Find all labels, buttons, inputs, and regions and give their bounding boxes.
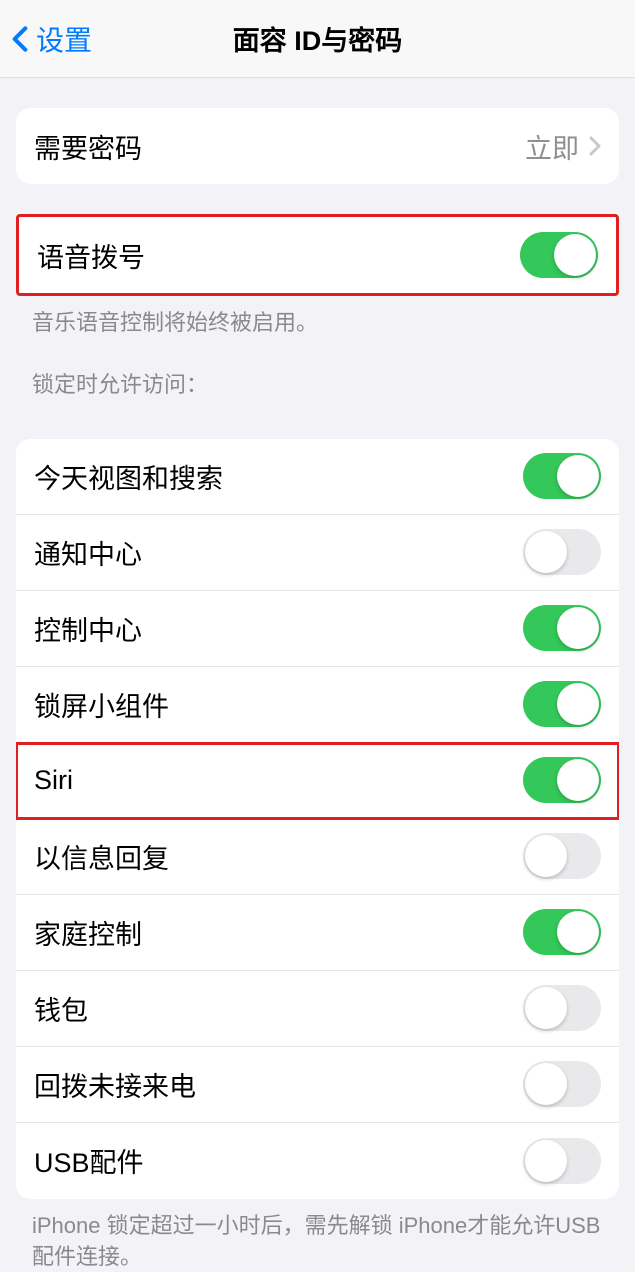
locked-access-row: 今天视图和搜索 — [16, 439, 619, 515]
require-passcode-row[interactable]: 需要密码 立即 — [16, 108, 619, 184]
locked-access-label: Siri — [34, 765, 73, 796]
locked-access-label: USB配件 — [34, 1141, 144, 1180]
locked-access-row: 锁屏小组件 — [16, 667, 619, 743]
locked-access-label: 回拨未接来电 — [34, 1065, 196, 1104]
locked-access-group: 今天视图和搜索通知中心控制中心锁屏小组件 Siri 以信息回复家庭控制钱包回拨未接来… — [16, 439, 619, 1199]
locked-access-toggle[interactable] — [523, 757, 601, 803]
voice-dial-label: 语音拨号 — [37, 236, 145, 275]
locked-access-toggle[interactable] — [523, 605, 601, 651]
passcode-group: 需要密码 立即 — [16, 108, 619, 184]
locked-access-row: Siri — [16, 743, 619, 819]
locked-access-label: 以信息回复 — [34, 837, 169, 876]
locked-access-toggle[interactable] — [523, 1138, 601, 1184]
locked-access-toggle[interactable] — [523, 909, 601, 955]
locked-access-label: 通知中心 — [34, 533, 142, 572]
locked-access-row: 控制中心 — [16, 591, 619, 667]
locked-access-footer: iPhone 锁定超过一小时后，需先解锁 iPhone才能允许USB 配件连接。 — [0, 1199, 635, 1272]
require-passcode-label: 需要密码 — [34, 127, 142, 166]
nav-bar: 设置 面容 ID与密码 — [0, 0, 635, 78]
locked-access-toggle[interactable] — [523, 681, 601, 727]
back-label: 设置 — [36, 19, 92, 59]
toggle-knob — [525, 835, 567, 877]
locked-access-row: 以信息回复 — [16, 819, 619, 895]
locked-access-toggle[interactable] — [523, 529, 601, 575]
toggle-knob — [525, 531, 567, 573]
toggle-knob — [557, 759, 599, 801]
locked-access-row: 家庭控制 — [16, 895, 619, 971]
locked-access-header: 锁定时允许访问： — [0, 339, 635, 409]
toggle-knob — [557, 683, 599, 725]
back-button[interactable]: 设置 — [0, 19, 92, 59]
settings-content: 需要密码 立即 语音拨号 音乐语音控制将始终被启用。 锁定时允许访问： 今天视图… — [0, 108, 635, 1272]
toggle-knob — [525, 1140, 567, 1182]
locked-access-row: 钱包 — [16, 971, 619, 1047]
page-title: 面容 ID与密码 — [233, 19, 403, 58]
locked-access-label: 锁屏小组件 — [34, 685, 169, 724]
toggle-knob — [554, 234, 596, 276]
chevron-right-icon — [589, 136, 601, 156]
locked-access-toggle[interactable] — [523, 985, 601, 1031]
locked-access-toggle[interactable] — [523, 833, 601, 879]
toggle-knob — [557, 607, 599, 649]
chevron-left-icon — [12, 25, 28, 53]
toggle-knob — [557, 911, 599, 953]
locked-access-toggle[interactable] — [523, 1061, 601, 1107]
voice-dial-toggle[interactable] — [520, 232, 598, 278]
locked-access-toggle[interactable] — [523, 453, 601, 499]
locked-access-row: 通知中心 — [16, 515, 619, 591]
toggle-knob — [525, 1063, 567, 1105]
locked-access-row: USB配件 — [16, 1123, 619, 1199]
locked-access-row: 回拨未接来电 — [16, 1047, 619, 1123]
voice-dial-footer: 音乐语音控制将始终被启用。 — [0, 296, 635, 339]
voice-dial-row: 语音拨号 — [19, 217, 616, 293]
locked-access-label: 今天视图和搜索 — [34, 457, 223, 496]
voice-dial-group: 语音拨号 — [16, 214, 619, 296]
toggle-knob — [557, 455, 599, 497]
locked-access-label: 控制中心 — [34, 609, 142, 648]
row-right: 立即 — [525, 127, 601, 166]
locked-access-label: 钱包 — [34, 989, 88, 1028]
toggle-knob — [525, 987, 567, 1029]
locked-access-label: 家庭控制 — [34, 913, 142, 952]
require-passcode-value: 立即 — [525, 127, 579, 166]
